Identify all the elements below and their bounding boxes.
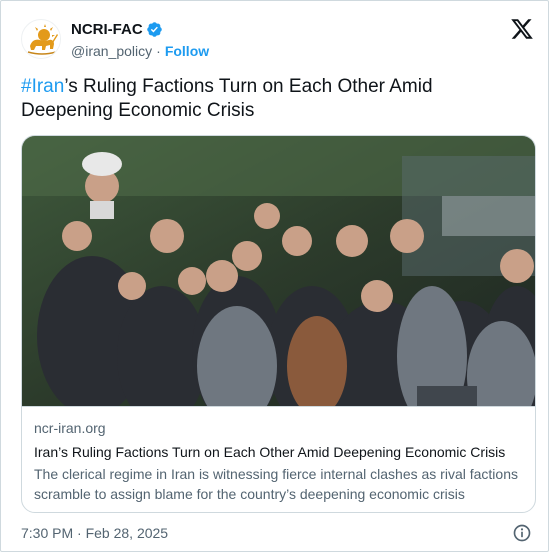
link-description: The clerical regime in Iran is witnessin… bbox=[34, 466, 518, 502]
separator-dot: · bbox=[156, 43, 161, 59]
lion-and-sun-logo-icon bbox=[23, 21, 60, 58]
tweet-text-body: ’s Ruling Factions Turn on Each Other Am… bbox=[21, 76, 433, 121]
hashtag-link[interactable]: #Iran bbox=[21, 76, 64, 97]
display-name[interactable]: NCRI-FAC bbox=[71, 21, 143, 38]
tweet-embed-card: NCRI-FAC @iran_policy · Follow #Iran’s R… bbox=[0, 0, 549, 552]
tweet-text: #Iran’s Ruling Factions Turn on Each Oth… bbox=[21, 75, 521, 123]
follow-button[interactable]: Follow bbox=[165, 43, 209, 59]
link-preview-image bbox=[22, 136, 535, 406]
author-block: NCRI-FAC @iran_policy · Follow bbox=[71, 19, 209, 61]
link-title: Iran’s Ruling Factions Turn on Each Othe… bbox=[34, 444, 506, 460]
handle[interactable]: @iran_policy bbox=[71, 43, 152, 59]
tweet-header: NCRI-FAC @iran_policy · Follow bbox=[21, 15, 534, 63]
link-preview-card[interactable]: ncr-iran.org Iran’s Ruling Factions Turn… bbox=[21, 135, 536, 513]
tweet-timestamp[interactable]: 7:30 PM · Feb 28, 2025 bbox=[21, 525, 168, 541]
info-icon[interactable] bbox=[512, 523, 532, 543]
link-domain: ncr-iran.org bbox=[34, 420, 106, 436]
verified-badge-icon bbox=[146, 21, 162, 37]
link-preview-meta: ncr-iran.org Iran’s Ruling Factions Turn… bbox=[22, 406, 535, 512]
avatar[interactable] bbox=[21, 19, 61, 59]
x-logo-icon[interactable] bbox=[510, 17, 534, 41]
